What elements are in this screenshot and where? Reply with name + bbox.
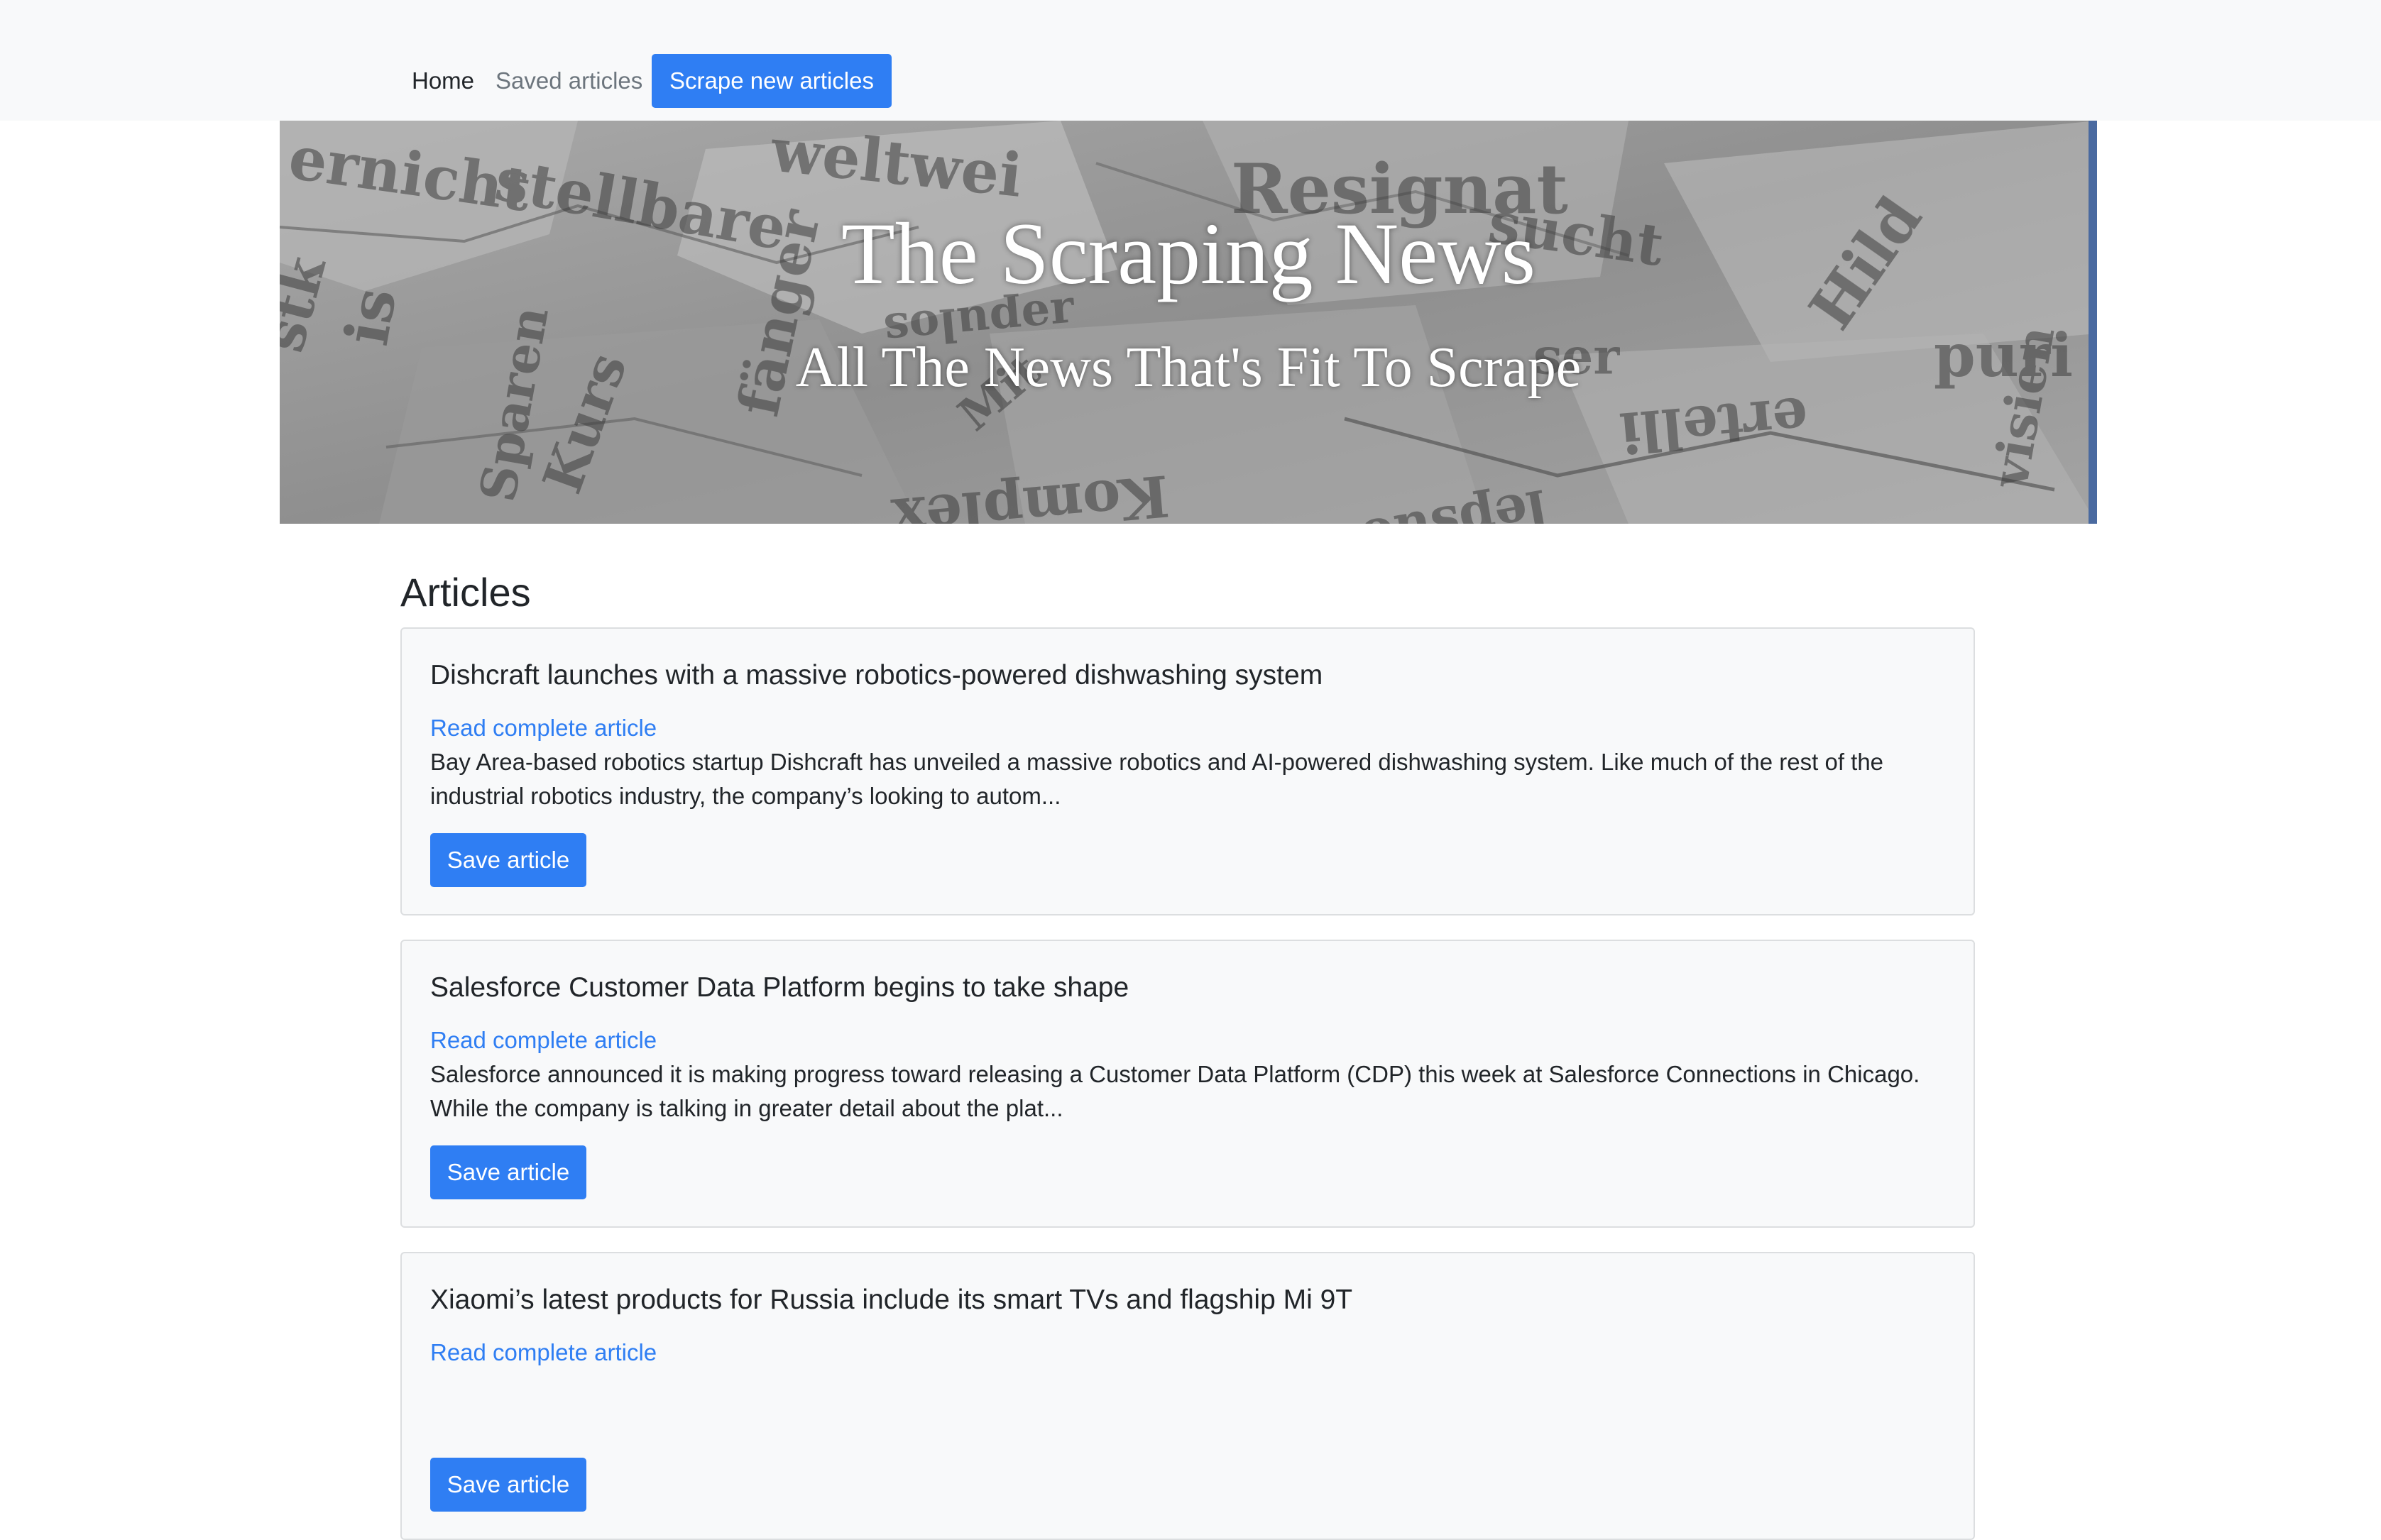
scrape-new-articles-button[interactable]: Scrape new articles xyxy=(652,54,892,108)
article-card: Xiaomi’s latest products for Russia incl… xyxy=(400,1252,1975,1540)
hero-banner: ernicht stellbare weltwei Resignat sucht… xyxy=(280,121,2097,524)
newspaper-background-image: ernicht stellbare weltwei Resignat sucht… xyxy=(280,121,2097,524)
article-summary: Salesforce announced it is making progre… xyxy=(430,1061,1920,1121)
save-article-button[interactable]: Save article xyxy=(430,1145,586,1199)
top-navbar: Home Saved articles Scrape new articles xyxy=(0,0,2381,121)
article-title: Salesforce Customer Data Platform begins… xyxy=(430,972,1129,1003)
nav-saved-articles-link[interactable]: Saved articles xyxy=(496,54,642,108)
article-title: Dishcraft launches with a massive roboti… xyxy=(430,660,1323,691)
save-article-button[interactable]: Save article xyxy=(430,1458,586,1512)
read-article-link[interactable]: Read complete article xyxy=(430,1025,657,1056)
article-title: Xiaomi’s latest products for Russia incl… xyxy=(430,1285,1353,1315)
site-title: The Scraping News xyxy=(841,205,1536,302)
site-tagline: All The News That's Fit To Scrape xyxy=(795,336,1582,399)
article-summary: Bay Area-based robotics startup Dishcraf… xyxy=(430,749,1884,809)
article-card: Dishcraft launches with a massive roboti… xyxy=(400,627,1975,915)
articles-heading: Articles xyxy=(400,570,531,615)
nav-home-link[interactable]: Home xyxy=(412,54,474,108)
article-card: Salesforce Customer Data Platform begins… xyxy=(400,940,1975,1228)
read-article-link[interactable]: Read complete article xyxy=(430,713,657,744)
save-article-button[interactable]: Save article xyxy=(430,833,586,887)
read-article-link[interactable]: Read complete article xyxy=(430,1337,657,1368)
hero-edge-strip xyxy=(2089,121,2097,524)
